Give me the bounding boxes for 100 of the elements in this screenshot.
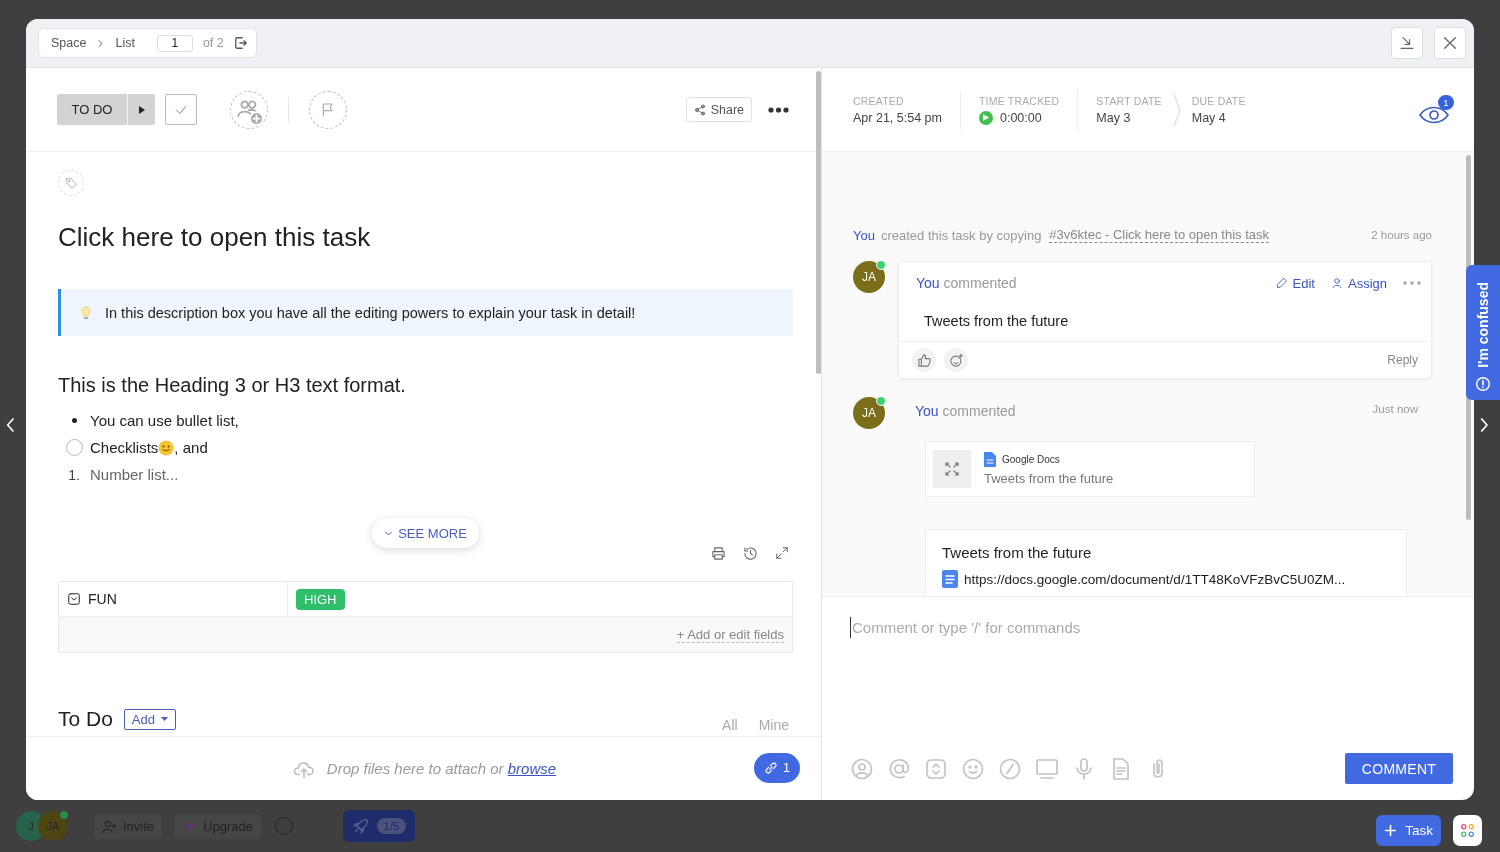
preview-url: https://docs.google.com/document/d/1TT48KoVFzBvC5U0ZM... [964,571,1346,587]
sparkle-icon [182,818,198,834]
flag-icon [320,101,336,118]
smiley-icon [158,439,175,456]
section-heading: To Do [58,707,113,731]
meta-label: DUE DATE [1191,94,1246,107]
chevron-down-icon [384,528,394,538]
status-button[interactable]: TO DO [57,94,155,125]
user-avatar: JA [853,397,885,429]
screen-icon[interactable] [1035,756,1059,781]
play-button[interactable] [978,110,993,125]
chevron-right-icon [96,38,106,48]
activity-time: 2 hours ago [1371,229,1432,241]
scrollbar[interactable] [816,71,821,374]
add-person-icon [102,818,117,834]
exit-icon[interactable] [233,36,248,50]
apps-icon[interactable] [1460,823,1475,838]
pencil-icon [1275,277,1288,289]
status-icon[interactable] [924,756,948,781]
meta-label: START DATE [1096,94,1162,107]
list-text: Number list... [90,466,179,483]
attachment-card[interactable]: Google Docs Tweets from the future [925,441,1255,497]
bullet-icon [71,418,77,423]
at-sign-icon[interactable] [887,756,911,781]
tag-icon [64,176,78,190]
comment-author: You [915,403,939,419]
comment-text: Tweets from the future [899,291,1431,342]
comment-verb: commented [943,275,1017,291]
assign-link[interactable]: Assign [1330,275,1387,291]
complete-button[interactable] [165,94,197,125]
print-icon[interactable] [711,546,726,561]
link-preview-card[interactable]: Tweets from the future https://docs.google.com/document/d/1TT48KoVFzBvC5U0ZM... [925,529,1407,596]
document-icon [942,570,958,588]
page-count: of 2 [202,36,224,50]
add-reaction-button[interactable] [944,348,968,372]
like-button[interactable] [912,348,936,372]
add-dropdown-button[interactable]: Add [123,708,176,730]
breadcrumb-item[interactable]: Space [51,36,87,50]
list-number: 1. [67,466,81,483]
page-field[interactable]: 1 [156,34,193,52]
reply-link[interactable]: Reply [1387,353,1418,367]
file-source: Google Docs [1002,454,1060,465]
lightbulb-icon [81,305,91,320]
document-icon [984,452,996,467]
watchers-button[interactable]: 1 [1419,94,1454,125]
activity-actor: You [853,227,875,243]
meta-value: Apr 21, 5:54 pm [853,110,942,125]
comment-time: Just now [1372,403,1418,417]
task-title[interactable]: Click here to open this task [58,222,793,253]
callout-text: In this description box you have all the editing powers to explain your task in detail! [105,304,636,321]
meta-value: May 4 [1191,110,1226,125]
link-icon [764,761,778,775]
preview-title: Tweets from the future [942,544,1093,561]
drop-files-text: Drop files here to attach or browse [326,760,557,777]
dropdown-field-icon [67,592,81,606]
history-icon[interactable] [743,546,758,561]
caret-icon [138,105,145,114]
time-tracked-value: 0:00:00 [999,110,1042,125]
new-task-button[interactable]: Task [1376,815,1441,846]
slash-command-icon[interactable] [998,756,1022,781]
download-button[interactable] [1391,27,1423,59]
eye-icon [1419,104,1449,125]
list-text: Checklists [90,439,159,456]
plus-icon [1384,824,1398,837]
close-button[interactable] [1434,27,1466,59]
edit-link[interactable]: Edit [1275,275,1315,291]
help-tab[interactable]: I'm confused [1466,265,1500,400]
person-icon [1330,277,1343,289]
meta-label: TIME TRACKED [978,94,1060,107]
emoji-icon[interactable] [961,756,985,781]
thumbs-up-icon [916,352,932,368]
smiley-plus-icon [948,352,964,368]
attachments-button[interactable]: 1 [754,753,800,783]
see-more-button[interactable]: SEE MORE [372,518,479,548]
watchers-count: 1 [1438,94,1454,110]
more-icon[interactable] [768,106,789,113]
comment-author: You [916,275,940,291]
download-icon [1399,35,1415,51]
file-title: Tweets from the future [984,471,1114,486]
browse-link[interactable]: browse [507,760,557,777]
expand-icon [944,461,960,477]
user-avatar: JA [853,261,885,293]
mention-user-icon[interactable] [850,756,874,781]
expand-icon[interactable] [775,546,789,560]
task-link[interactable]: #3v6ktec - Click here to open this task [1049,227,1270,243]
chat-alert-icon [1475,376,1491,392]
section-heading: This is the Heading 3 or H3 text format. [58,374,407,397]
meta-value: May 3 [1096,110,1131,125]
comment-verb: commented [942,403,1016,419]
close-icon [1442,35,1458,51]
list-text: , and [174,439,208,456]
share-button[interactable]: Share [685,97,752,122]
rocket-icon [351,817,369,835]
play-icon [982,114,989,121]
comment-button[interactable]: COMMENT [1345,753,1453,784]
breadcrumb-item[interactable]: List [115,36,135,50]
list-text: You can use bullet list, [90,412,239,429]
add-fields-link[interactable]: + Add or edit fields [676,626,784,643]
meta-label: CREATED [853,94,905,107]
chevron-separator-icon [1171,91,1182,128]
